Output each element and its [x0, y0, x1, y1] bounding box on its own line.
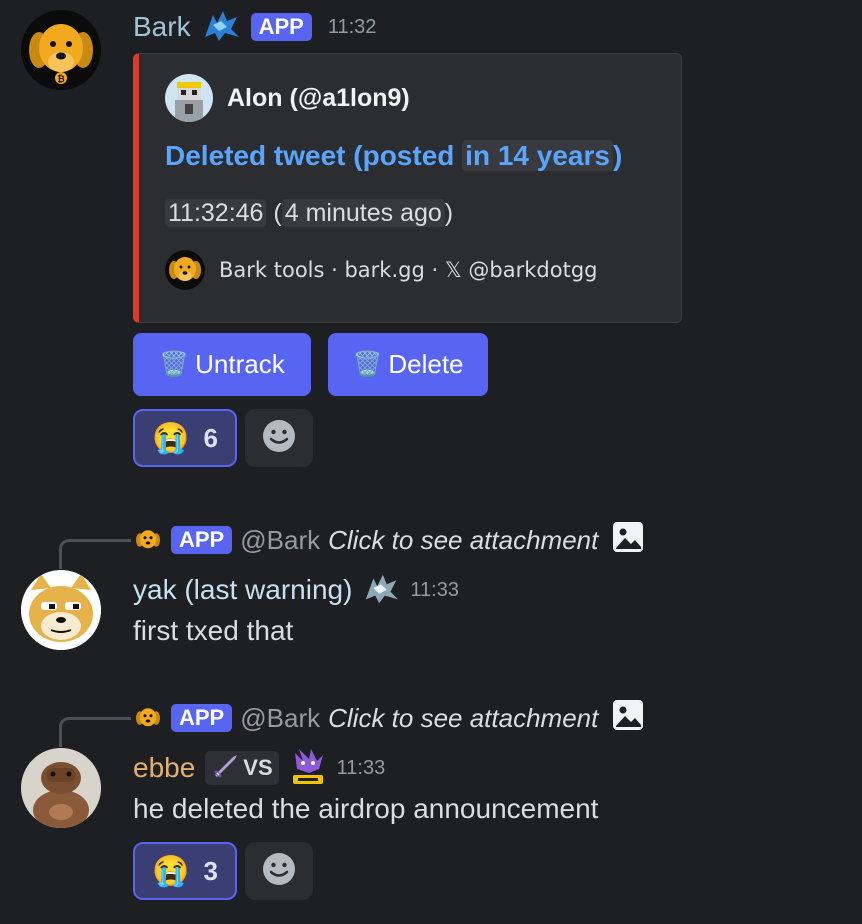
- author-name[interactable]: yak (last warning): [133, 574, 352, 606]
- trash-icon: 🗑️: [352, 351, 383, 378]
- smiley-add-reaction-icon: [262, 419, 296, 458]
- message-content: first txed that: [133, 615, 294, 646]
- reply-author[interactable]: @Bark: [240, 703, 320, 734]
- reaction-crying[interactable]: 😭 3: [133, 842, 237, 900]
- reply-avatar: [133, 525, 163, 555]
- tweet-embed: Alon (@a1lon9) Deleted tweet (posted in …: [133, 53, 682, 323]
- embed-author-avatar[interactable]: [165, 74, 213, 122]
- delete-button-label: Delete: [388, 349, 464, 379]
- reply-reference[interactable]: APP @Bark Click to see attachment: [133, 699, 644, 738]
- embed-relative-time: 4 minutes ago: [281, 199, 445, 227]
- reply-text[interactable]: Click to see attachment: [328, 703, 598, 734]
- message-timestamp: 11:33: [410, 578, 459, 601]
- reply-reference[interactable]: APP @Bark Click to see attachment: [133, 521, 644, 560]
- role-chip[interactable]: VS: [205, 751, 279, 785]
- ebbe-avatar[interactable]: [21, 748, 101, 828]
- attachment-image-icon: [612, 699, 644, 738]
- svg-text:₿: ₿: [57, 74, 64, 85]
- author-name[interactable]: ebbe: [133, 752, 195, 784]
- smiley-add-reaction-icon: [262, 852, 296, 891]
- author-name[interactable]: Bark: [133, 11, 191, 43]
- loudly-crying-emoji: 😭: [152, 854, 190, 888]
- message-timestamp: 11:33: [336, 756, 386, 779]
- embed-title[interactable]: Deleted tweet (posted in 14 years): [165, 140, 622, 172]
- embed-title-prefix: Deleted tweet (posted: [165, 140, 463, 171]
- delete-button[interactable]: 🗑️ Delete: [328, 333, 488, 396]
- embed-footer-icon: [165, 250, 205, 290]
- reply-text[interactable]: Click to see attachment: [328, 525, 598, 556]
- yak-avatar[interactable]: [21, 570, 101, 650]
- loudly-crying-emoji: 😭: [152, 421, 190, 455]
- embed-title-suffix: ): [612, 140, 623, 171]
- trash-icon: 🗑️: [159, 351, 190, 378]
- untrack-button-label: Untrack: [195, 349, 285, 379]
- add-reaction-button[interactable]: [245, 409, 313, 467]
- add-reaction-button[interactable]: [245, 842, 313, 900]
- untrack-button[interactable]: 🗑️ Untrack: [133, 333, 311, 396]
- paren-open: (: [273, 199, 282, 227]
- reaction-crying[interactable]: 😭 6: [133, 409, 237, 467]
- bark-avatar[interactable]: ₿: [21, 10, 101, 90]
- embed-author-name[interactable]: Alon (@a1lon9): [227, 84, 410, 113]
- wolf-icon: [201, 7, 241, 48]
- reply-app-tag: APP: [171, 704, 233, 732]
- message-content: he deleted the airdrop announcement: [133, 793, 599, 824]
- reaction-count: 3: [203, 855, 218, 886]
- wolf-icon: [362, 570, 400, 611]
- reply-connector: [59, 717, 131, 747]
- reply-author[interactable]: @Bark: [240, 525, 320, 556]
- paren-close: ): [444, 199, 454, 227]
- reply-avatar: [133, 703, 163, 733]
- embed-footer-text: Bark tools · bark.gg · 𝕏 @barkdotgg: [219, 258, 598, 282]
- hodl-icon: [289, 747, 327, 790]
- reply-connector: [59, 539, 131, 569]
- attachment-image-icon: [612, 521, 644, 560]
- reaction-count: 6: [203, 422, 218, 453]
- message-timestamp: 11:32: [327, 15, 377, 38]
- role-label: VS: [243, 755, 273, 780]
- reply-app-tag: APP: [171, 526, 233, 554]
- embed-timestamp: 11:32:46: [165, 199, 267, 227]
- sword-icon: [211, 751, 241, 785]
- app-tag: APP: [250, 13, 312, 41]
- embed-title-relative: in 14 years: [462, 140, 613, 171]
